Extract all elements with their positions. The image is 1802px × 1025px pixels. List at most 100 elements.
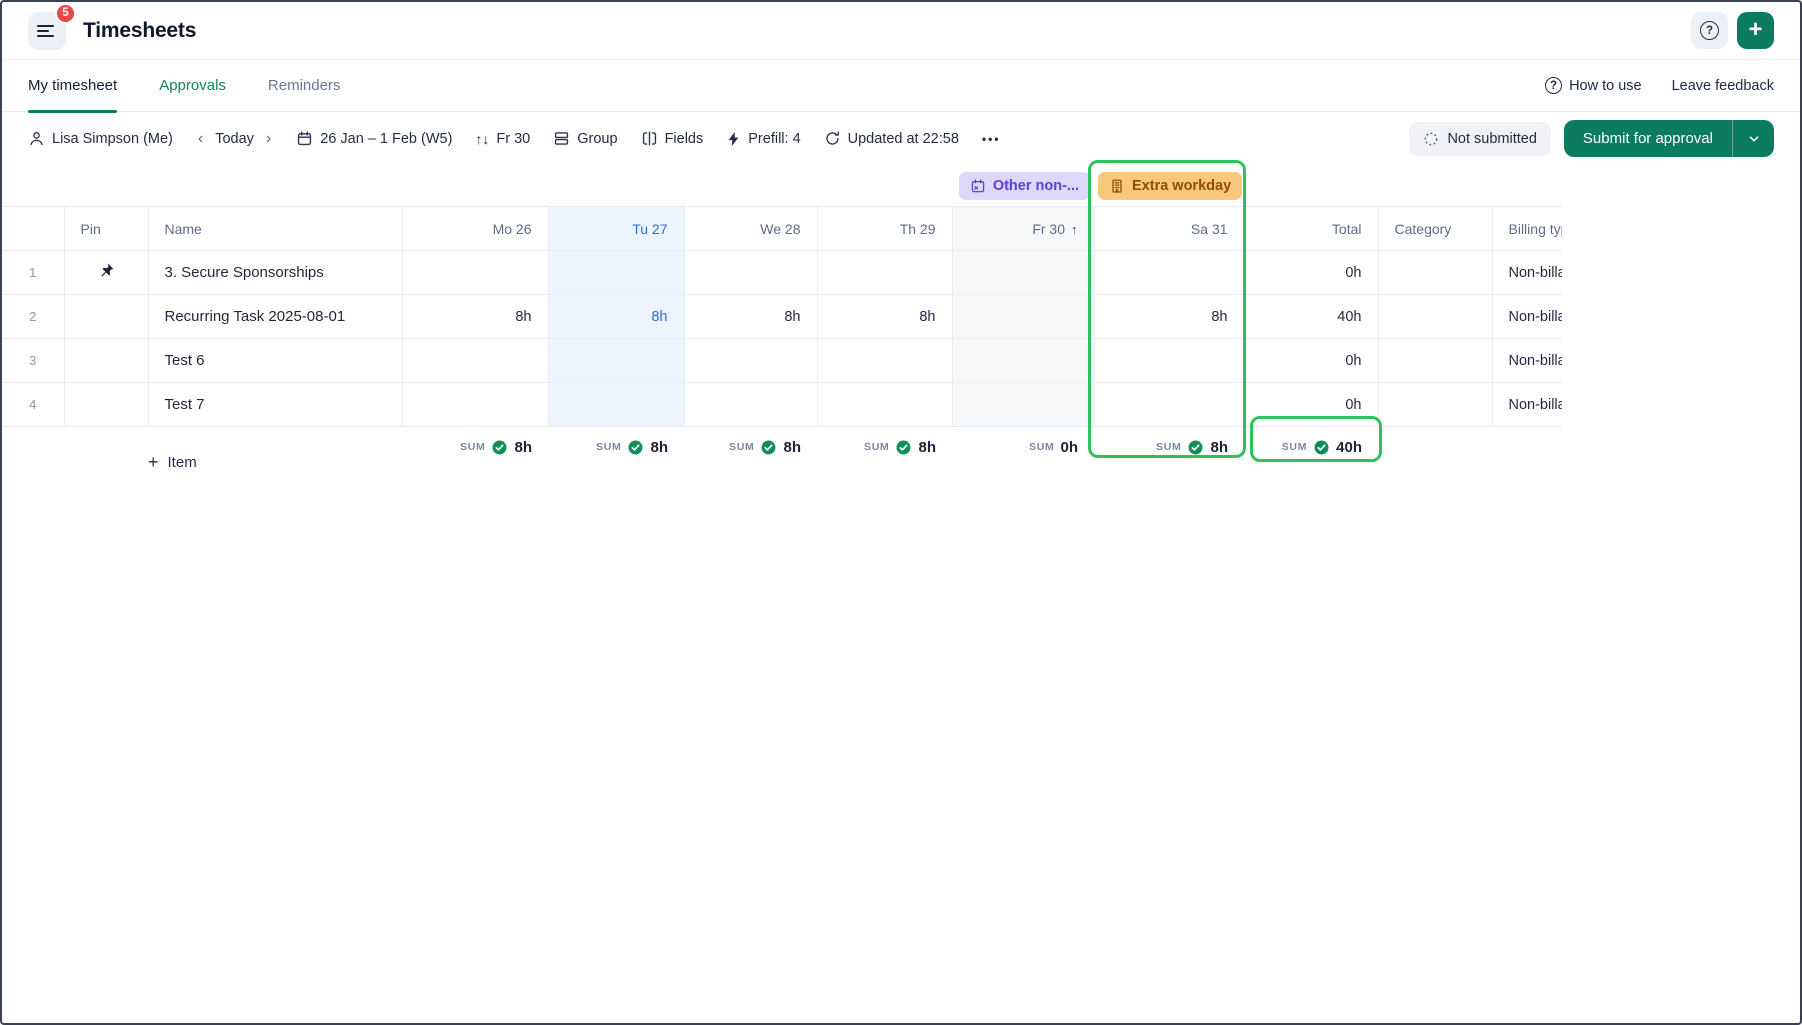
hours-cell-we[interactable] <box>684 251 817 295</box>
hours-cell-we[interactable] <box>684 383 817 427</box>
category-column-header[interactable]: Category <box>1378 207 1492 251</box>
submit-for-approval-button[interactable]: Submit for approval <box>1564 120 1774 157</box>
sort-control[interactable]: ↑↓ Fr 30 <box>475 131 530 147</box>
day-type-extra-workday-badge[interactable]: Extra workday <box>1098 172 1242 200</box>
billing-type-column-header[interactable]: Billing type <box>1492 207 1562 251</box>
total-column-header[interactable]: Total <box>1244 207 1378 251</box>
hours-cell-we[interactable]: 8h <box>684 295 817 339</box>
pin-cell[interactable] <box>64 339 148 383</box>
submit-label[interactable]: Submit for approval <box>1564 120 1732 157</box>
billing-type-cell[interactable]: Non-billable <box>1492 295 1562 339</box>
submit-dropdown-button[interactable] <box>1732 120 1774 157</box>
user-name: Lisa Simpson (Me) <box>52 131 173 147</box>
prefill-control[interactable]: Prefill: 4 <box>726 131 800 147</box>
hours-cell-fr[interactable] <box>952 383 1094 427</box>
hours-cell-mo[interactable] <box>402 383 548 427</box>
header-row: Pin Name Mo 26 Tu 27 We 28 Th 29 Fr 30 S… <box>2 207 1562 251</box>
day-header-fr30-label: Fr 30 <box>1032 221 1065 237</box>
prev-week-button[interactable] <box>196 130 205 148</box>
user-selector[interactable]: Lisa Simpson (Me) <box>28 130 173 147</box>
task-name[interactable]: Test 7 <box>148 383 402 427</box>
hours-cell-th[interactable] <box>817 339 952 383</box>
task-name[interactable]: Recurring Task 2025-08-01 <box>148 295 402 339</box>
tab-reminders[interactable]: Reminders <box>268 60 341 112</box>
hours-cell-mo[interactable]: 8h <box>402 295 548 339</box>
sum-cell-mo: SUM 8h <box>402 427 548 483</box>
hours-cell-sa[interactable] <box>1094 339 1244 383</box>
building-icon <box>1109 178 1125 194</box>
sort-ascending-icon <box>1065 221 1078 237</box>
hours-cell-th[interactable] <box>817 383 952 427</box>
hours-cell-fr[interactable] <box>952 251 1094 295</box>
leave-feedback-link[interactable]: Leave feedback <box>1672 78 1774 94</box>
billing-type-cell[interactable]: Non-billable <box>1492 383 1562 427</box>
sum-row: Item SUM 8h SUM 8h SUM 8h SUM 8h SUM 0h <box>2 427 1562 483</box>
sum-cell-th: SUM 8h <box>817 427 952 483</box>
refresh-icon <box>824 130 841 147</box>
pin-cell[interactable] <box>64 251 148 295</box>
day-header-mo26[interactable]: Mo 26 <box>402 207 548 251</box>
row-total: 0h <box>1244 251 1378 295</box>
day-type-other-badge[interactable]: Other non-... <box>959 172 1090 200</box>
add-button[interactable] <box>1737 12 1774 49</box>
day-header-we28[interactable]: We 28 <box>684 207 817 251</box>
billing-type-cell[interactable]: Non-billable <box>1492 251 1562 295</box>
sum-cell-we: SUM 8h <box>684 427 817 483</box>
category-cell[interactable] <box>1378 251 1492 295</box>
pin-cell[interactable] <box>64 383 148 427</box>
more-options-button[interactable] <box>982 131 1001 147</box>
hours-cell-tu[interactable]: 8h <box>548 295 684 339</box>
group-control[interactable]: Group <box>553 130 617 147</box>
next-week-button[interactable] <box>264 130 273 148</box>
hours-cell-mo[interactable] <box>402 251 548 295</box>
dotted-circle-icon <box>1423 131 1439 147</box>
task-name[interactable]: Test 6 <box>148 339 402 383</box>
task-name[interactable]: 3. Secure Sponsorships <box>148 251 402 295</box>
refresh-control[interactable]: Updated at 22:58 <box>824 130 959 147</box>
help-button[interactable] <box>1691 12 1728 49</box>
day-header-th29[interactable]: Th 29 <box>817 207 952 251</box>
hours-cell-tu[interactable] <box>548 383 684 427</box>
date-range-selector[interactable]: 26 Jan – 1 Feb (W5) <box>296 130 452 147</box>
hours-cell-sa[interactable] <box>1094 251 1244 295</box>
day-header-fr30-sorted[interactable]: Fr 30 <box>952 207 1094 251</box>
hours-cell-th[interactable]: 8h <box>817 295 952 339</box>
day-header-sa31[interactable]: Sa 31 <box>1094 207 1244 251</box>
status-badge: Not submitted <box>1409 122 1550 156</box>
hours-cell-tu[interactable] <box>548 251 684 295</box>
table-row: 3 Test 6 0h Non-billable <box>2 339 1562 383</box>
date-range-label: 26 Jan – 1 Feb (W5) <box>320 131 452 147</box>
timesheet-grid: Pin Name Mo 26 Tu 27 We 28 Th 29 Fr 30 S… <box>2 206 1562 427</box>
hours-cell-mo[interactable] <box>402 339 548 383</box>
fields-icon <box>641 130 658 147</box>
hours-cell-fr[interactable] <box>952 339 1094 383</box>
tab-my-timesheet[interactable]: My timesheet <box>28 60 117 112</box>
billing-type-cell[interactable]: Non-billable <box>1492 339 1562 383</box>
category-cell[interactable] <box>1378 383 1492 427</box>
hours-cell-tu[interactable] <box>548 339 684 383</box>
table-row: 1 3. Secure Sponsorships 0h Non-billable <box>2 251 1562 295</box>
name-column-header[interactable]: Name <box>148 207 402 251</box>
top-bar: 5 Timesheets <box>2 2 1800 60</box>
hours-cell-th[interactable] <box>817 251 952 295</box>
sort-label: Fr 30 <box>496 131 530 147</box>
pin-cell[interactable] <box>64 295 148 339</box>
hours-cell-we[interactable] <box>684 339 817 383</box>
day-header-tu27[interactable]: Tu 27 <box>548 207 684 251</box>
category-cell[interactable] <box>1378 339 1492 383</box>
hours-cell-fr[interactable] <box>952 295 1094 339</box>
today-button[interactable]: Today <box>215 131 254 147</box>
add-item-button[interactable]: Item <box>148 452 197 473</box>
tab-approvals[interactable]: Approvals <box>159 60 226 112</box>
table-row: 2 Recurring Task 2025-08-01 8h 8h 8h 8h … <box>2 295 1562 339</box>
how-to-use-link[interactable]: How to use <box>1545 77 1642 94</box>
row-total: 0h <box>1244 383 1378 427</box>
person-icon <box>28 130 45 147</box>
hours-cell-sa[interactable]: 8h <box>1094 295 1244 339</box>
table-row: 4 Test 7 0h Non-billable <box>2 383 1562 427</box>
category-cell[interactable] <box>1378 295 1492 339</box>
hours-cell-sa[interactable] <box>1094 383 1244 427</box>
pin-column-header[interactable]: Pin <box>64 207 148 251</box>
fields-control[interactable]: Fields <box>641 130 704 147</box>
row-total: 40h <box>1244 295 1378 339</box>
